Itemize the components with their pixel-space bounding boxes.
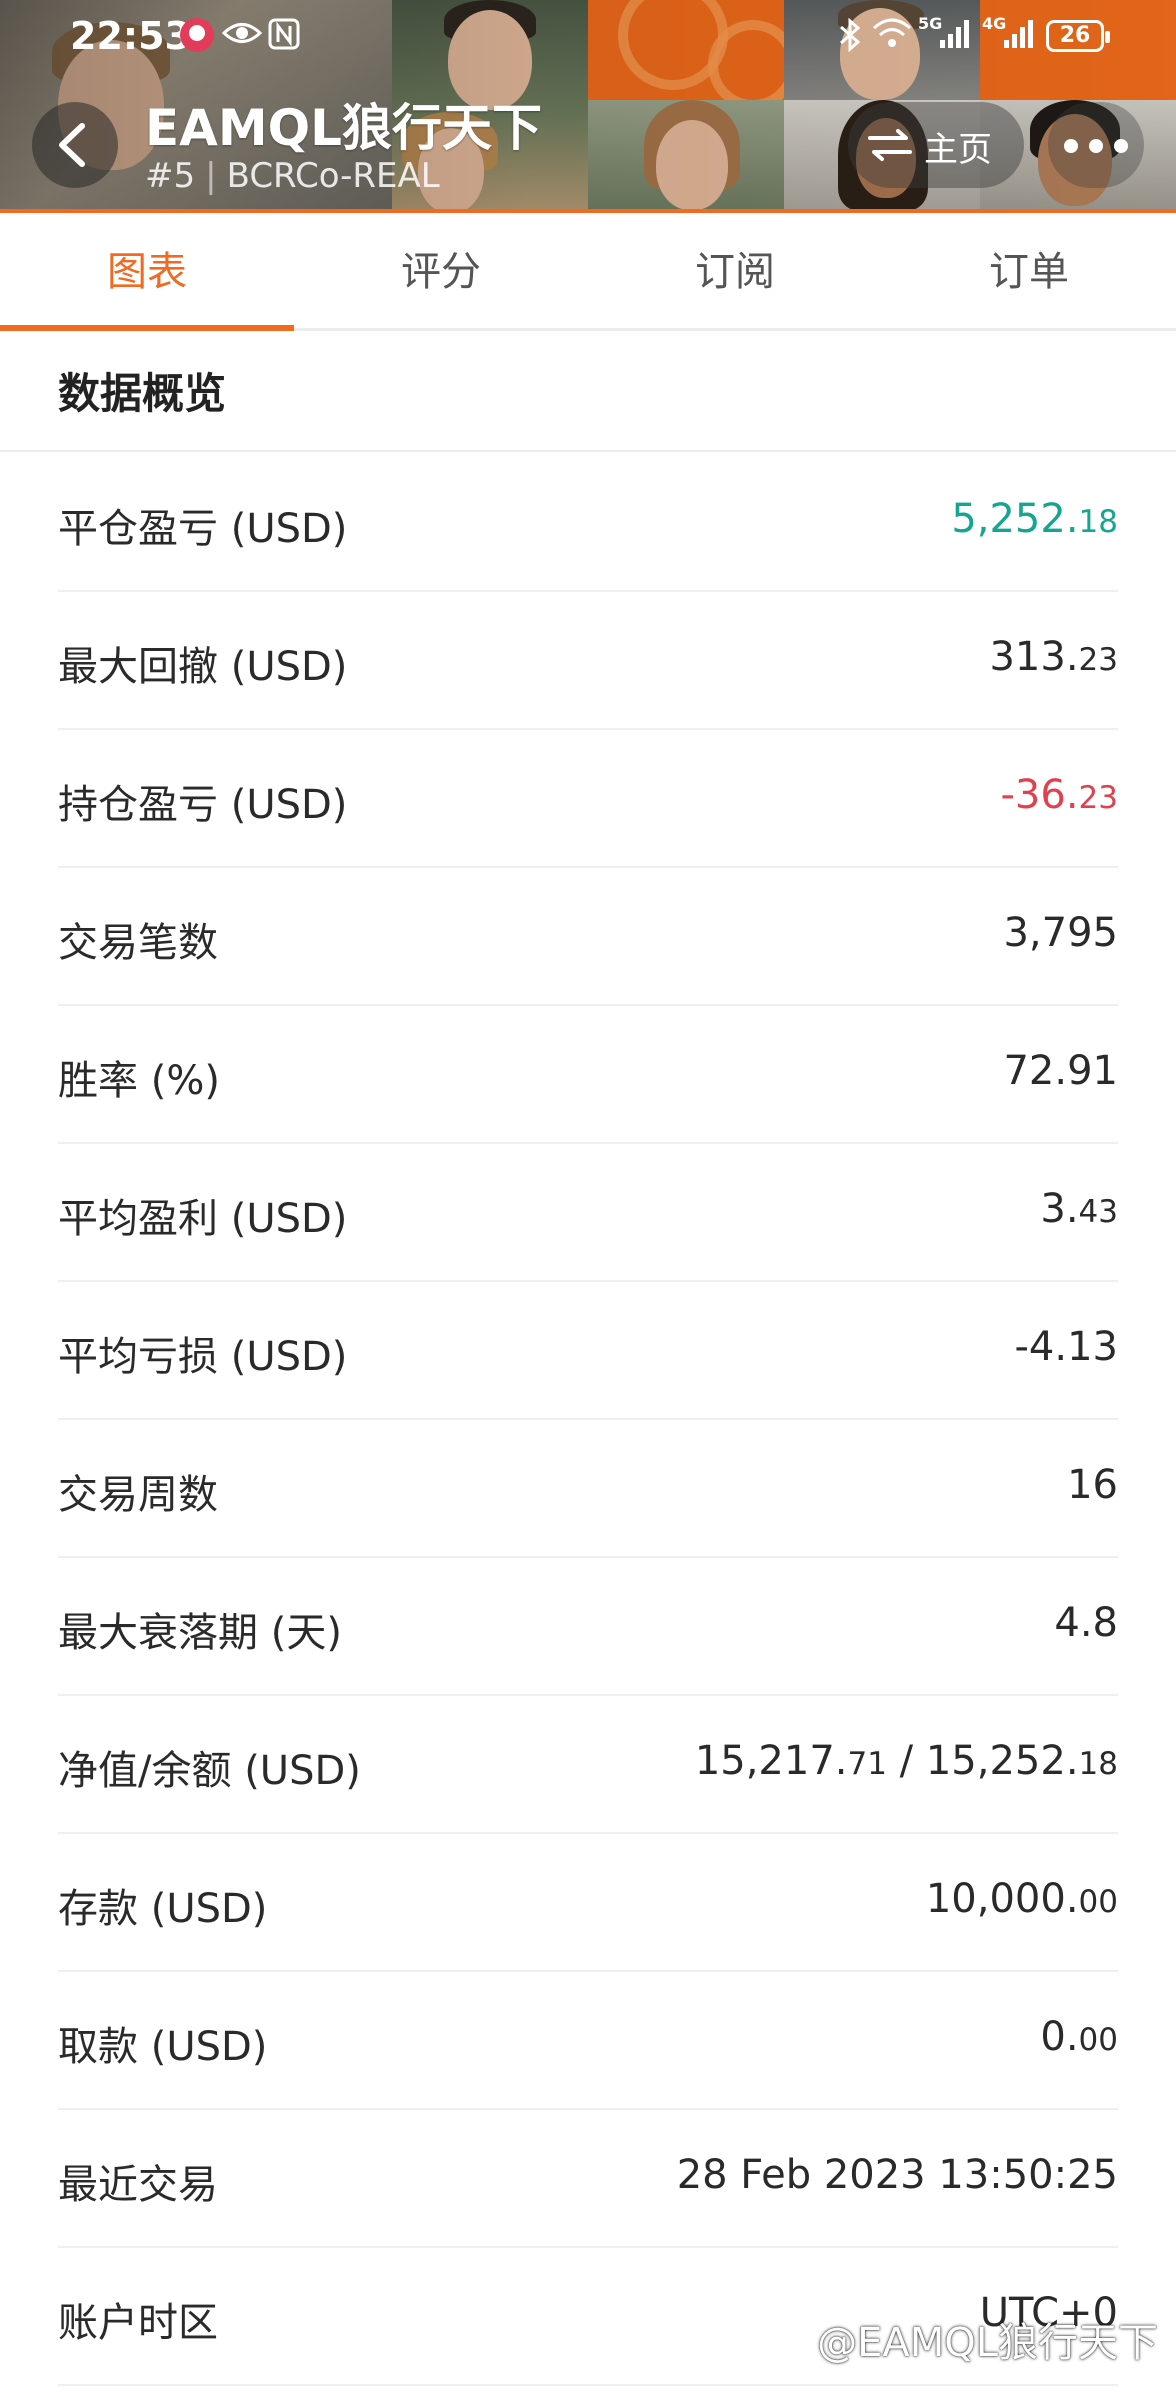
status-bar: 22:53 5G 4G 26 (0, 0, 1176, 70)
eye-icon (221, 18, 263, 56)
stat-row: 平仓盈亏 (USD) 5,252.18 (58, 454, 1118, 592)
stat-label: 净值/余额 (USD) (58, 1748, 361, 1794)
stat-value-main: -36. (1000, 772, 1079, 818)
stat-value-decimal: 00 (1078, 1884, 1118, 1920)
account-rank: #5 (145, 156, 196, 196)
stat-label: 平仓盈亏 (USD) (58, 506, 348, 552)
stat-value-main: 72.91 (1003, 1048, 1118, 1094)
stat-row: 最大回撤 (USD) 313.23 (58, 592, 1118, 730)
stat-value: -36.23 (1001, 772, 1119, 818)
home-button[interactable]: 主页 (848, 102, 1024, 188)
tab-rating[interactable]: 评分 (294, 213, 588, 331)
stat-value: 10,000.00 (926, 1876, 1118, 1922)
watermark-text: @EAMQL狼行天下 (817, 2320, 1158, 2366)
stat-row: 平均盈利 (USD) 3.43 (58, 1144, 1118, 1282)
active-tab-indicator (0, 325, 294, 331)
app-notification-icon (178, 16, 216, 62)
tab-subscribe[interactable]: 订阅 (588, 213, 882, 331)
stat-row: 最近交易 28 Feb 2023 13:50:25 (58, 2110, 1118, 2248)
stat-label: 存款 (USD) (58, 1886, 268, 1932)
more-dot-icon (1114, 139, 1128, 153)
chevron-left-icon (59, 123, 85, 167)
stat-row: 胜率 (%) 72.91 (58, 1006, 1118, 1144)
wifi-icon (872, 18, 912, 58)
stat-value-decimal: 18 (1078, 504, 1118, 540)
stat-value-main-secondary: / 15,252. (886, 1738, 1079, 1784)
stat-label: 平均盈利 (USD) (58, 1196, 348, 1242)
stat-row: 最大衰落期 (天) 4.8 (58, 1558, 1118, 1696)
section-title: 数据概览 (58, 369, 227, 418)
stat-value-main: 15,217. (694, 1738, 848, 1784)
stat-label: 最大衰落期 (天) (58, 1610, 342, 1656)
weibo-logo-icon (787, 2330, 813, 2358)
signal-icon (938, 18, 972, 58)
stat-value-decimal: 00 (1078, 2022, 1118, 2058)
status-time: 22:53 (70, 14, 191, 58)
stat-value-decimal: 23 (1078, 780, 1118, 816)
battery-indicator: 26 (1046, 20, 1110, 52)
nfc-icon (268, 18, 300, 58)
stat-label: 最近交易 (58, 2162, 218, 2208)
stat-label: 取款 (USD) (58, 2024, 268, 2070)
stat-value-decimal: 23 (1078, 642, 1118, 678)
stat-value: 15,217.71 / 15,252.18 (695, 1738, 1118, 1784)
overview-section-header: 数据概览 (0, 334, 1176, 452)
watermark: @EAMQL狼行天下 (783, 2310, 1158, 2368)
stat-value-main: 10,000. (925, 1876, 1079, 1922)
stat-row: 交易笔数 3,795 (58, 868, 1118, 1006)
more-options-button[interactable] (1048, 102, 1144, 188)
swap-icon (868, 129, 912, 161)
stat-label: 平均亏损 (USD) (58, 1334, 348, 1380)
more-dot-icon (1089, 139, 1103, 153)
stat-value: -4.13 (1015, 1324, 1119, 1370)
stat-value-main: 16 (1067, 1462, 1118, 1508)
stats-list: 平仓盈亏 (USD) 5,252.18 最大回撤 (USD) 313.23 持仓盈亏 (… (0, 454, 1176, 2386)
account-subtitle: #5 | BCRCo-REAL (145, 156, 440, 196)
stat-value-main: 28 Feb 2023 13:50:25 (676, 2152, 1118, 2198)
stat-row: 持仓盈亏 (USD) -36.23 (58, 730, 1118, 868)
stat-value: 28 Feb 2023 13:50:25 (677, 2152, 1118, 2198)
stat-value: 3,795 (1003, 910, 1118, 956)
stat-label: 持仓盈亏 (USD) (58, 782, 348, 828)
page-title: EAMQL狼行天下 (145, 99, 542, 157)
stat-label: 最大回撤 (USD) (58, 644, 348, 690)
stat-value: 5,252.18 (951, 496, 1118, 542)
home-button-label: 主页 (924, 130, 992, 170)
stat-row: 净值/余额 (USD) 15,217.71 / 15,252.18 (58, 1696, 1118, 1834)
account-server: BCRCo-REAL (226, 156, 440, 196)
stat-label: 交易周数 (58, 1472, 218, 1518)
signal-icon (1002, 18, 1036, 58)
stat-value: 3.43 (1040, 1186, 1118, 1232)
stat-value: 16 (1067, 1462, 1118, 1508)
stat-value: 0.00 (1040, 2014, 1118, 2060)
more-dot-icon (1064, 139, 1078, 153)
stat-value-main: 4.8 (1054, 1600, 1118, 1646)
stat-value-decimal-secondary: 18 (1078, 1746, 1118, 1782)
stat-value-main: -4.13 (1014, 1324, 1119, 1370)
header-banner: 22:53 5G 4G 26 EAMQL狼行天下 #5|BCRCo-REAL (0, 0, 1176, 213)
stat-value: 72.91 (1003, 1048, 1118, 1094)
back-button[interactable] (32, 102, 118, 188)
stat-row: 交易周数 16 (58, 1420, 1118, 1558)
stat-label: 交易笔数 (58, 920, 218, 966)
bluetooth-icon (838, 17, 862, 60)
stat-value: 313.23 (989, 634, 1118, 680)
stat-label: 账户时区 (58, 2300, 218, 2346)
stat-value-main: 0. (1040, 2014, 1079, 2060)
stat-value-main: 3,795 (1003, 910, 1118, 956)
subtitle-separator: | (205, 156, 217, 196)
stat-row: 平均亏损 (USD) -4.13 (58, 1282, 1118, 1420)
stat-value-main: 3. (1040, 1186, 1079, 1232)
tab-chart[interactable]: 图表 (0, 213, 294, 331)
stat-label: 胜率 (%) (58, 1058, 220, 1104)
stat-value-main: 5,252. (951, 496, 1079, 542)
stat-value-main: 313. (989, 634, 1079, 680)
stat-value-decimal: 71 (847, 1746, 887, 1782)
stat-row: 取款 (USD) 0.00 (58, 1972, 1118, 2110)
tab-bar: 图表 评分 订阅 订单 (0, 213, 1176, 331)
stat-value: 4.8 (1054, 1600, 1118, 1646)
stat-row: 存款 (USD) 10,000.00 (58, 1834, 1118, 1972)
stat-value-decimal: 43 (1078, 1194, 1118, 1230)
tab-orders[interactable]: 订单 (882, 213, 1176, 331)
